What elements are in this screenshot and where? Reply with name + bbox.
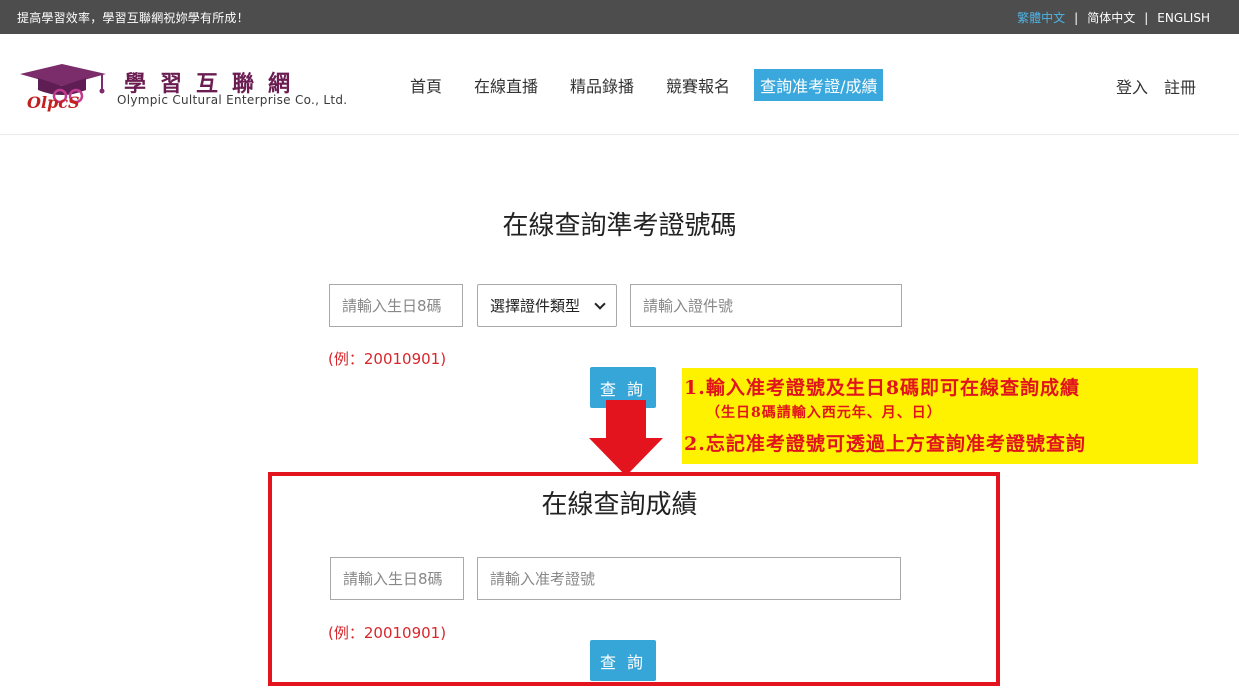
ticket-number-input[interactable]: 請輸入准考證號 <box>477 557 901 600</box>
nav-query-ticket-score[interactable]: 查詢准考證/成績 <box>754 69 884 101</box>
nav-home[interactable]: 首頁 <box>402 69 450 101</box>
query-score-title: 在線查詢成績 <box>541 490 698 520</box>
nav-recorded[interactable]: 精品錄播 <box>562 69 642 101</box>
id-type-select[interactable]: 選擇證件類型 <box>477 284 617 327</box>
login-link[interactable]: 登入 <box>1116 74 1148 98</box>
score-birthday-input[interactable]: 請輸入生日8碼 <box>330 557 464 600</box>
instruction-line-2: （生日8碼請輸入西元年、月、日） <box>706 405 942 421</box>
register-link[interactable]: 註冊 <box>1164 74 1196 98</box>
score-birthday-example: (例：20010901) <box>328 624 447 642</box>
lang-separator: | <box>1074 10 1079 25</box>
id-number-placeholder: 請輸入證件號 <box>643 297 734 315</box>
arrow-down-icon <box>589 400 663 476</box>
olpcs-logo[interactable]: OlpcS <box>14 56 110 114</box>
ticket-number-placeholder: 請輸入准考證號 <box>490 570 596 588</box>
lang-separator: | <box>1144 10 1149 25</box>
nav-live[interactable]: 在線直播 <box>466 69 546 101</box>
slogan-text: 提高學習效率，學習互聯網祝妳學有所成！ <box>17 11 249 25</box>
query-score-button[interactable]: 查 詢 <box>590 640 656 681</box>
main-nav: 首頁 在線直播 精品錄播 競賽報名 查詢准考證/成績 <box>402 69 899 101</box>
top-bar: 提高學習效率，學習互聯網祝妳學有所成！ 繁體中文 | 简体中文 | ENGLIS… <box>0 0 1239 34</box>
instruction-line-1: 1.輸入准考證號及生日8碼即可在線查詢成績 <box>684 377 1081 399</box>
lang-english[interactable]: ENGLISH <box>1157 11 1210 25</box>
auth-links: 登入 註冊 <box>1116 74 1196 98</box>
logo-text: OlpcS <box>27 93 80 112</box>
site-header: OlpcS 學習互聯網 Olympic Cultural Enterprise … <box>0 34 1239 135</box>
id-type-selected: 選擇證件類型 <box>490 297 581 315</box>
ticket-birthday-input[interactable]: 請輸入生日8碼 <box>329 284 463 327</box>
ticket-birthday-placeholder: 請輸入生日8碼 <box>342 297 442 315</box>
id-number-input[interactable]: 請輸入證件號 <box>630 284 902 327</box>
score-birthday-placeholder: 請輸入生日8碼 <box>343 570 443 588</box>
ticket-birthday-example: (例：20010901) <box>328 350 447 368</box>
query-ticket-title: 在線查詢準考證號碼 <box>502 211 737 241</box>
brand-subtitle: Olympic Cultural Enterprise Co., Ltd. <box>117 93 348 107</box>
language-switcher: 繁體中文 | 简体中文 | ENGLISH <box>1017 9 1210 26</box>
instruction-note: 1.輸入准考證號及生日8碼即可在線查詢成績 （生日8碼請輸入西元年、月、日） 2… <box>682 368 1198 464</box>
lang-traditional-chinese[interactable]: 繁體中文 <box>1017 9 1065 26</box>
nav-competition-signup[interactable]: 競賽報名 <box>658 69 738 101</box>
lang-simplified-chinese[interactable]: 简体中文 <box>1087 9 1135 26</box>
chevron-down-icon <box>594 297 606 310</box>
instruction-line-3: 2.忘記准考證號可透過上方查詢准考證號查詢 <box>684 433 1086 455</box>
